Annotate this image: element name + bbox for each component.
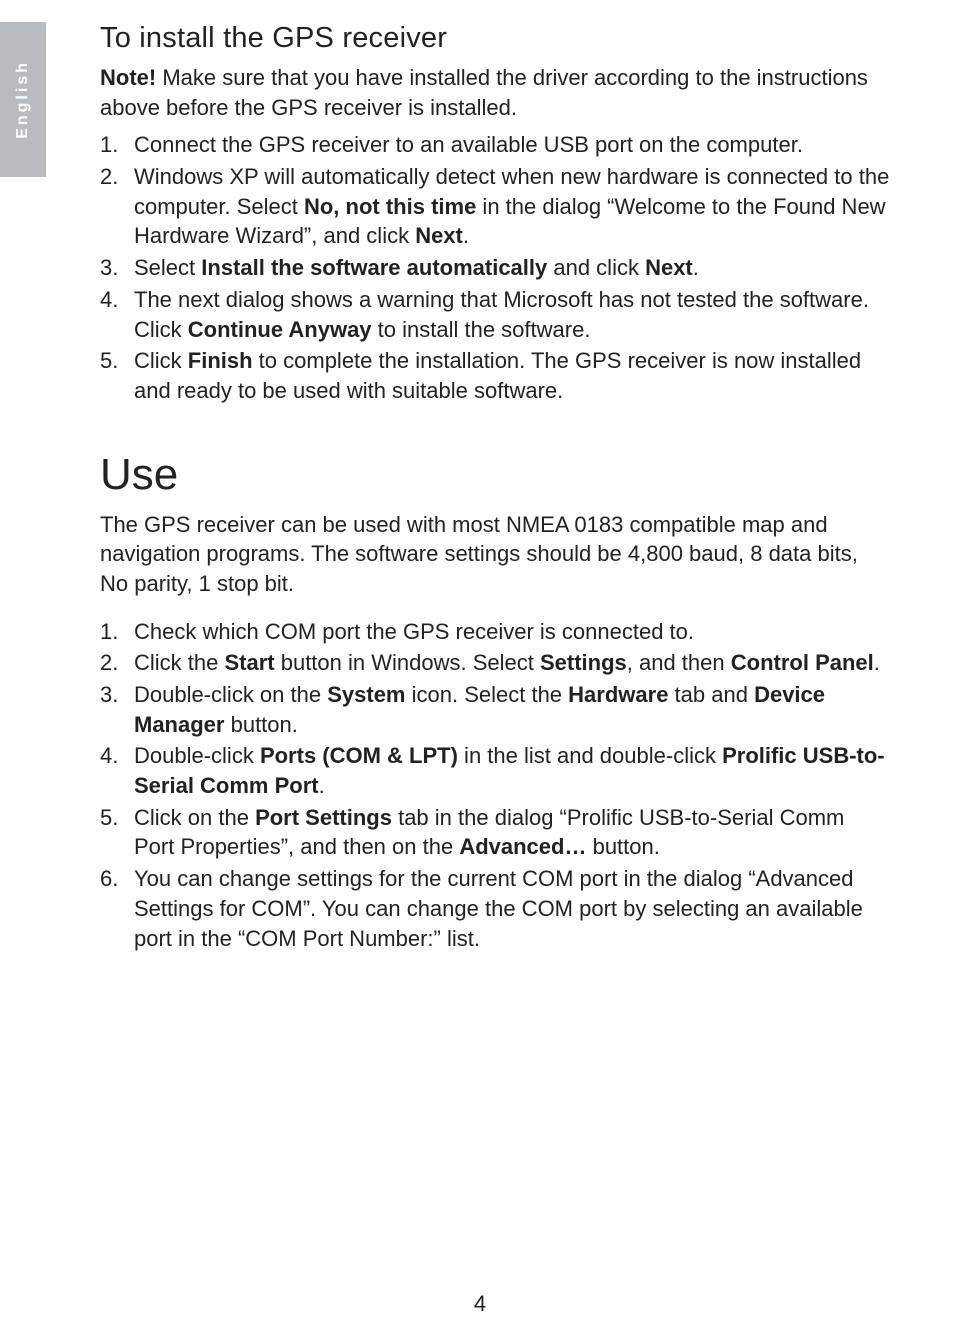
install-step-2: Windows XP will automatically detect whe… xyxy=(100,162,890,251)
document-page: English To install the GPS receiver Note… xyxy=(0,0,960,1337)
language-tab-label: English xyxy=(14,60,32,139)
install-step-4: The next dialog shows a warning that Mic… xyxy=(100,285,890,344)
use-step-6: You can change settings for the current … xyxy=(100,864,890,953)
install-step-1: Connect the GPS receiver to an available… xyxy=(100,130,890,160)
install-step-5: Click Finish to complete the installatio… xyxy=(100,346,890,405)
install-steps: Connect the GPS receiver to an available… xyxy=(100,130,890,405)
use-step-3: Double-click on the System icon. Select … xyxy=(100,680,890,739)
note-prefix: Note! xyxy=(100,65,162,90)
use-step-1: Check which COM port the GPS receiver is… xyxy=(100,617,890,647)
page-number: 4 xyxy=(0,1291,960,1317)
use-step-4: Double-click Ports (COM & LPT) in the li… xyxy=(100,741,890,800)
install-heading: To install the GPS receiver xyxy=(100,22,890,55)
install-step-3: Select Install the software automaticall… xyxy=(100,253,890,283)
use-step-5: Click on the Port Settings tab in the di… xyxy=(100,803,890,862)
install-note: Note! Make sure that you have installed … xyxy=(100,63,890,122)
note-text: Make sure that you have installed the dr… xyxy=(100,65,868,120)
use-intro: The GPS receiver can be used with most N… xyxy=(100,510,890,599)
language-tab: English xyxy=(0,22,46,177)
use-heading: Use xyxy=(100,450,890,500)
use-steps: Check which COM port the GPS receiver is… xyxy=(100,617,890,954)
use-step-2: Click the Start button in Windows. Selec… xyxy=(100,648,890,678)
